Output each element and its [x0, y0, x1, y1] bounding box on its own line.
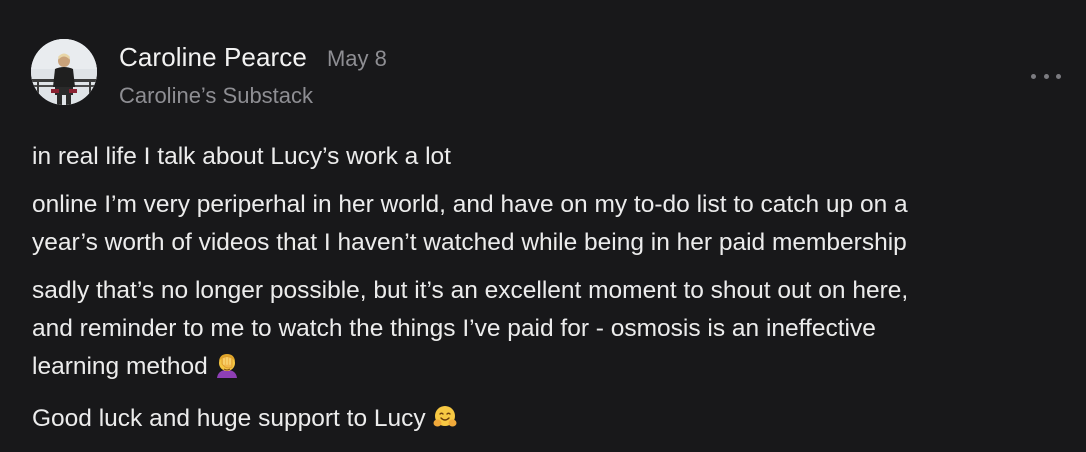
note-card: Caroline Pearce May 8 Caroline’s Substac…	[0, 0, 1086, 452]
facepalm-emoji	[214, 352, 240, 390]
paragraph-text: Good luck and huge support to Lucy	[32, 405, 426, 432]
ellipsis-icon	[1056, 73, 1061, 79]
note-body: in real life I talk about Lucy’s work a …	[32, 138, 1072, 452]
paragraph-text: sadly that’s no longer possible, but it’…	[32, 277, 909, 380]
hugging-face-emoji	[432, 404, 458, 442]
paragraph-text: online I’m very periperhal in her world,…	[32, 191, 908, 256]
note-header: Caroline Pearce May 8 Caroline’s Substac…	[31, 39, 1086, 119]
note-meta: Caroline Pearce May 8 Caroline’s Substac…	[119, 42, 387, 109]
ellipsis-icon	[1043, 73, 1049, 79]
author-name[interactable]: Caroline Pearce	[119, 42, 307, 73]
note-paragraph: online I’m very periperhal in her world,…	[32, 186, 1072, 262]
name-row: Caroline Pearce May 8	[119, 42, 387, 73]
note-paragraph: Good luck and huge support to Lucy	[32, 400, 1072, 442]
publication-name[interactable]: Caroline’s Substack	[119, 83, 387, 109]
ellipsis-icon	[1031, 73, 1036, 79]
paragraph-text: in real life I talk about Lucy’s work a …	[32, 143, 451, 170]
note-paragraph: in real life I talk about Lucy’s work a …	[32, 138, 1072, 176]
post-date[interactable]: May 8	[327, 46, 387, 72]
avatar[interactable]	[31, 39, 97, 105]
more-options-button[interactable]	[1031, 66, 1061, 86]
note-paragraph: sadly that’s no longer possible, but it’…	[32, 272, 1072, 390]
